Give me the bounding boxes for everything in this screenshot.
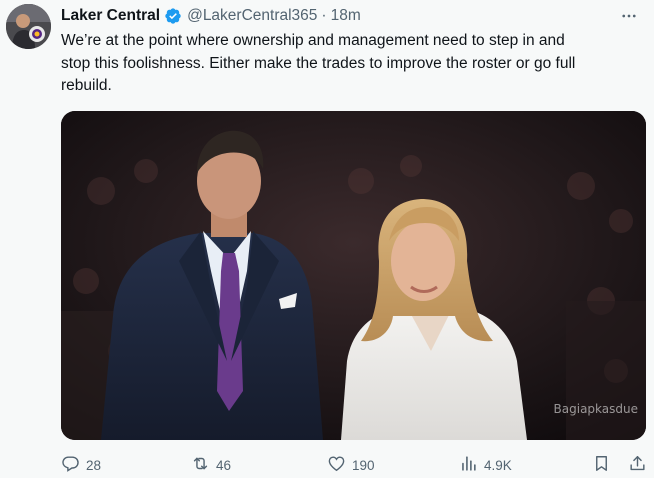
post-image[interactable]: Bagiapkasdue [61, 111, 646, 440]
view-count: 4.9K [484, 457, 512, 473]
header-separator: · [321, 7, 327, 24]
like-count: 190 [352, 457, 375, 473]
reply-count: 28 [86, 457, 102, 473]
post-timestamp[interactable]: 18m [331, 7, 361, 25]
post-text: We’re at the point where ownership and m… [61, 32, 576, 94]
share-button[interactable] [628, 453, 647, 477]
views-button[interactable]: 4.9K [459, 453, 512, 477]
more-horizontal-icon[interactable] [616, 5, 642, 27]
reply-icon [61, 454, 86, 476]
repost-icon [191, 454, 216, 476]
bookmark-icon [592, 454, 611, 476]
image-watermark: Bagiapkasdue [553, 402, 638, 416]
bookmark-button[interactable] [592, 453, 611, 477]
reply-button[interactable]: 28 [61, 453, 101, 477]
repost-count: 46 [216, 457, 232, 473]
avatar[interactable] [6, 4, 51, 49]
views-chart-icon [459, 454, 484, 476]
action-bar: 28 46 190 4.9K [61, 453, 646, 477]
repost-button[interactable]: 46 [191, 453, 231, 477]
verified-badge-icon [164, 7, 182, 25]
tweet-header: Laker Central @LakerCentral365 · 18m [61, 5, 642, 27]
like-button[interactable]: 190 [327, 453, 375, 477]
share-icon [628, 454, 647, 476]
heart-icon [327, 454, 352, 476]
author-display-name[interactable]: Laker Central [61, 7, 160, 25]
tweet-card[interactable]: Laker Central @LakerCentral365 · 18m We’… [0, 0, 654, 478]
author-handle[interactable]: @LakerCentral365 [187, 7, 317, 25]
